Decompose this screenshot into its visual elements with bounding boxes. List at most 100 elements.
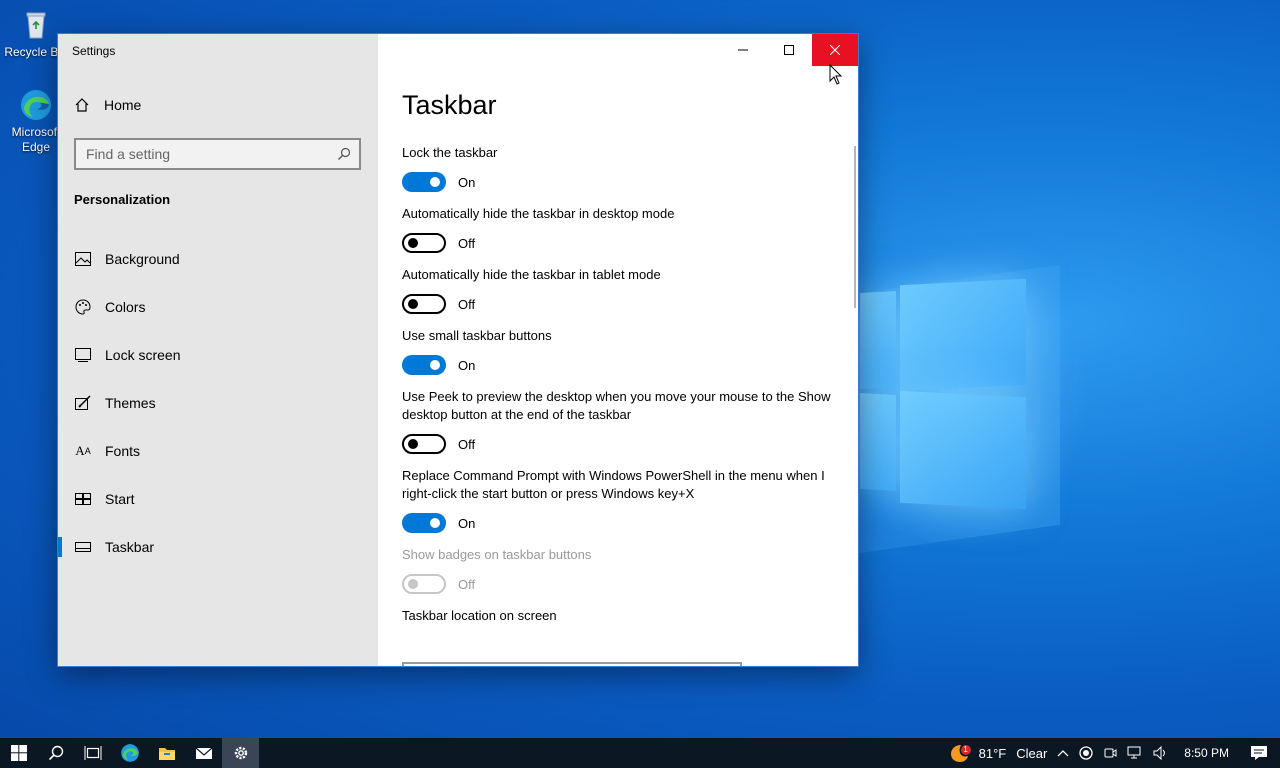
windows-start-icon — [10, 745, 27, 761]
weather-condition[interactable]: Clear — [1016, 746, 1047, 761]
sidebar-nav: Background Colors Lock screen Themes A A… — [58, 235, 378, 571]
setting-label: Use Peek to preview the desktop when you… — [402, 389, 831, 422]
clock-time[interactable]: 8:50 PM — [1184, 746, 1229, 760]
peek-toggle[interactable] — [402, 434, 446, 454]
settings-sidebar: Settings Home Personalization Background — [58, 34, 378, 666]
badges-toggle — [402, 574, 446, 594]
taskbar-file-explorer[interactable] — [148, 738, 185, 768]
content-scrollbar[interactable] — [854, 146, 856, 308]
taskbar-location-dropdown[interactable] — [402, 662, 742, 666]
sidebar-item-label: Fonts — [105, 443, 141, 459]
sidebar-item-colors[interactable]: Colors — [58, 283, 378, 331]
weather-temperature[interactable]: 81°F — [979, 746, 1007, 761]
settings-icon — [234, 746, 247, 760]
meet-now-button[interactable] — [1103, 746, 1117, 760]
maximize-button[interactable] — [766, 34, 812, 66]
window-controls — [720, 34, 858, 66]
task-view-icon — [84, 746, 101, 760]
setting-small-buttons: Use small taskbar buttons On — [402, 327, 832, 376]
small-buttons-toggle[interactable] — [402, 355, 446, 375]
setting-autohide-desktop: Automatically hide the taskbar in deskto… — [402, 205, 832, 254]
sidebar-item-background[interactable]: Background — [58, 235, 378, 283]
edge-icon — [120, 744, 139, 762]
record-indicator[interactable] — [1079, 746, 1093, 760]
sidebar-item-taskbar[interactable]: Taskbar — [58, 523, 378, 571]
taskbar-search-button[interactable] — [37, 738, 74, 768]
home-link[interactable]: Home — [74, 97, 141, 113]
taskbar-edge[interactable] — [111, 738, 148, 768]
setting-peek: Use Peek to preview the desktop when you… — [402, 388, 832, 455]
sidebar-item-label: Background — [105, 251, 180, 267]
sidebar-item-themes[interactable]: Themes — [58, 379, 378, 427]
settings-window: Settings Home Personalization Background — [58, 34, 858, 666]
lock-screen-icon — [74, 346, 92, 364]
toggle-state-text: Off — [458, 436, 476, 452]
recycle-bin-icon — [19, 8, 53, 42]
volume-icon — [1153, 746, 1166, 760]
image-icon — [74, 250, 92, 268]
start-button[interactable] — [0, 738, 37, 768]
sidebar-item-start[interactable]: Start — [58, 475, 378, 523]
toggle-state-text: Off — [458, 576, 476, 592]
setting-label: Show badges on taskbar buttons — [402, 547, 592, 562]
mouse-cursor-icon — [829, 64, 843, 85]
sidebar-item-label: Themes — [105, 395, 156, 411]
mail-icon — [195, 747, 212, 759]
sidebar-item-label: Taskbar — [105, 539, 155, 555]
setting-taskbar-location: Taskbar location on screen — [402, 607, 832, 625]
setting-label: Lock the taskbar — [402, 145, 498, 160]
toggle-state-text: On — [458, 174, 476, 190]
setting-label: Automatically hide the taskbar in deskto… — [402, 206, 675, 221]
toggle-state-text: Off — [458, 235, 476, 251]
close-button[interactable] — [812, 34, 858, 66]
weather-badge: 1 — [960, 745, 971, 755]
setting-lock-taskbar: Lock the taskbar On — [402, 144, 832, 193]
powershell-toggle[interactable] — [402, 513, 446, 533]
sidebar-item-fonts[interactable]: AA Fonts — [58, 427, 378, 475]
taskbar-mail[interactable] — [185, 738, 222, 768]
weather-widget[interactable]: 1 — [947, 743, 971, 763]
taskbar: 1 81°F Clear 8:50 PM — [0, 738, 1280, 768]
setting-label: Taskbar location on screen — [402, 608, 557, 623]
system-tray: 1 81°F Clear 8:50 PM — [942, 738, 1280, 768]
network-icon — [1127, 746, 1141, 759]
page-title: Taskbar — [402, 90, 497, 120]
camera-icon — [1104, 748, 1117, 758]
autohide-desktop-toggle[interactable] — [402, 233, 446, 253]
sidebar-item-lock-screen[interactable]: Lock screen — [58, 331, 378, 379]
minimize-button[interactable] — [720, 34, 766, 66]
taskbar-settings[interactable] — [222, 738, 259, 768]
toggle-state-text: On — [458, 357, 476, 373]
setting-powershell: Replace Command Prompt with Windows Powe… — [402, 467, 832, 534]
settings-content: Taskbar Lock the taskbar On Automaticall… — [378, 34, 858, 666]
minimize-icon — [738, 49, 748, 51]
start-icon — [74, 490, 92, 508]
taskbar-settings-list: Lock the taskbar On Automatically hide t… — [402, 144, 832, 637]
toggle-state-text: Off — [458, 296, 476, 312]
sidebar-item-label: Start — [105, 491, 135, 507]
search-icon — [338, 147, 351, 160]
window-title: Settings — [72, 44, 116, 58]
lock-taskbar-toggle[interactable] — [402, 172, 446, 192]
toggle-state-text: On — [458, 515, 476, 531]
chevron-up-icon — [1057, 750, 1069, 757]
home-icon — [75, 98, 89, 112]
action-center-button[interactable] — [1250, 745, 1268, 761]
setting-label: Automatically hide the taskbar in tablet… — [402, 267, 661, 282]
search-box[interactable] — [74, 138, 361, 170]
sidebar-item-label: Colors — [105, 299, 146, 315]
edge-icon — [19, 88, 53, 122]
file-explorer-icon — [158, 748, 175, 760]
close-icon — [830, 45, 840, 55]
task-view-button[interactable] — [74, 738, 111, 768]
wallpaper-windows-logo — [860, 270, 1030, 510]
maximize-icon — [784, 45, 794, 55]
network-button[interactable] — [1127, 746, 1143, 760]
search-input[interactable] — [86, 146, 326, 162]
section-title: Personalization — [74, 192, 171, 207]
volume-button[interactable] — [1153, 746, 1169, 760]
sidebar-item-label: Lock screen — [105, 347, 181, 363]
show-hidden-icons-button[interactable] — [1057, 749, 1069, 757]
setting-badges: Show badges on taskbar buttons Off — [402, 546, 832, 595]
autohide-tablet-toggle[interactable] — [402, 294, 446, 314]
